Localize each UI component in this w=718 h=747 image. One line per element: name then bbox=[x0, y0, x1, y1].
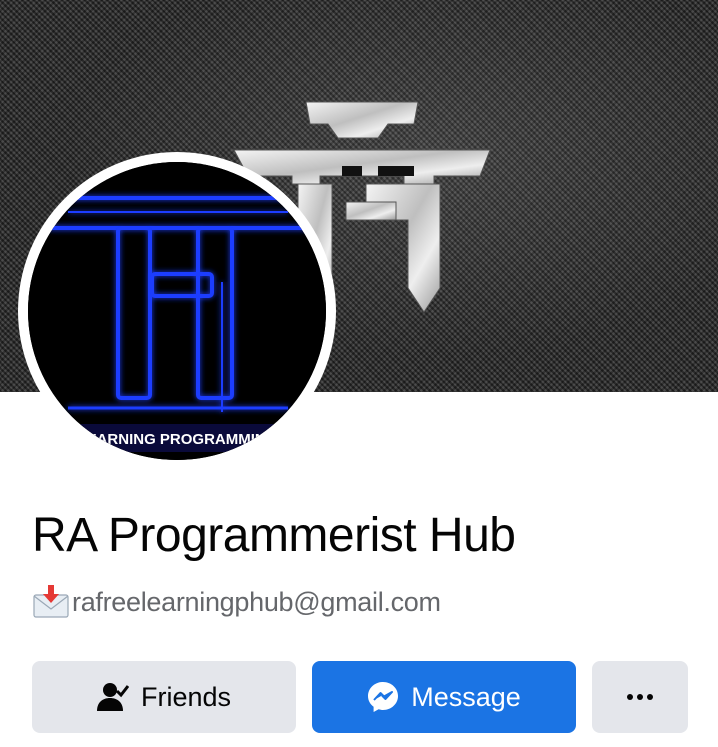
avatar-caption: EARNING PROGRAMMING bbox=[87, 431, 278, 448]
friends-label: Friends bbox=[140, 681, 232, 712]
more-dots-icon bbox=[627, 694, 653, 700]
incoming-envelope-icon bbox=[33, 585, 69, 618]
more-options-button[interactable] bbox=[592, 661, 688, 733]
person-check-icon bbox=[96, 683, 129, 711]
messenger-icon bbox=[368, 682, 399, 712]
profile-avatar[interactable]: EARNING PROGRAMMING bbox=[18, 152, 336, 470]
profile-name: RA Programmerist Hub bbox=[32, 509, 516, 562]
message-label: Message bbox=[411, 681, 521, 712]
message-button[interactable]: Message bbox=[312, 661, 576, 733]
email-text: rafreelearningphub@gmail.com bbox=[72, 586, 441, 617]
avatar-image: EARNING PROGRAMMING bbox=[28, 162, 326, 460]
friends-button[interactable]: Friends bbox=[32, 661, 296, 733]
profile-bio: rafreelearningphub@gmail.com bbox=[32, 584, 441, 620]
